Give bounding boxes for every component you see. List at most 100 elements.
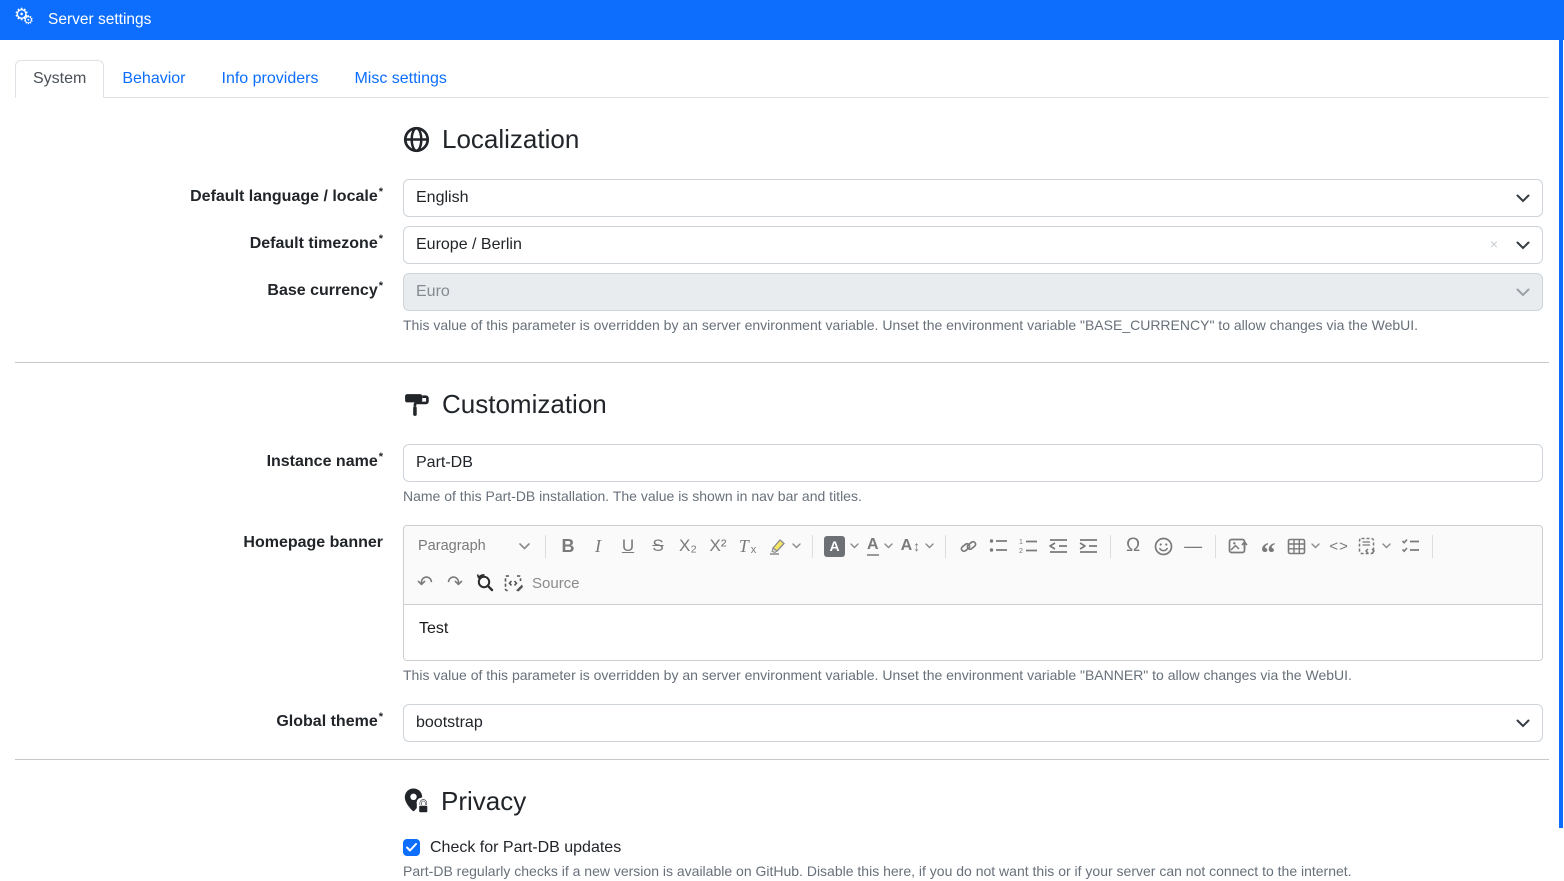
page-title: Server settings [48, 11, 151, 29]
indent-button[interactable] [1073, 531, 1103, 561]
label-default-language: Default language / locale* [0, 179, 383, 208]
remove-format-button[interactable]: Tx [733, 531, 763, 561]
label-homepage-banner: Homepage banner [0, 525, 383, 554]
highlighter-icon [767, 537, 787, 555]
paragraph-format-dropdown[interactable]: Paragraph [410, 531, 538, 561]
chevron-down-icon [850, 543, 859, 549]
chevron-down-icon [519, 543, 530, 550]
source-code-icon [504, 574, 524, 593]
default-language-select[interactable]: English [403, 179, 1543, 217]
globe-icon [403, 126, 430, 153]
bold-button[interactable]: B [553, 531, 583, 561]
homepage-banner-help: This value of this parameter is overridd… [403, 666, 1543, 685]
base-currency-help: This value of this parameter is overridd… [403, 316, 1543, 335]
underline-button[interactable]: U [613, 531, 643, 561]
editor-content-area[interactable]: Test [404, 605, 1542, 660]
todo-list-button[interactable] [1395, 531, 1425, 561]
tab-system[interactable]: System [15, 60, 104, 98]
instance-name-value: Part-DB [416, 454, 473, 472]
tab-info-providers[interactable]: Info providers [204, 60, 337, 98]
todo-list-icon [1401, 538, 1420, 554]
outdent-button[interactable] [1043, 531, 1073, 561]
numbered-list-icon: 1 2 [1019, 538, 1038, 554]
paragraph-format-label: Paragraph [418, 538, 486, 554]
label-default-timezone: Default timezone* [0, 226, 383, 255]
section-privacy-heading: Privacy [403, 786, 1564, 817]
chevron-down-icon [925, 543, 934, 549]
chevron-down-icon [1311, 543, 1320, 549]
insert-image-button[interactable] [1223, 531, 1253, 561]
location-lock-icon [403, 787, 429, 815]
superscript-button[interactable]: X² [703, 531, 733, 561]
label-instance-name: Instance name* [0, 444, 383, 473]
instance-name-input[interactable]: Part-DB [403, 444, 1543, 482]
base-currency-select: Euro [403, 273, 1543, 311]
font-background-color-button[interactable]: A [820, 531, 863, 561]
base-currency-value: Euro [416, 283, 450, 301]
find-replace-icon [475, 573, 495, 593]
find-replace-button[interactable] [470, 568, 500, 598]
bulleted-list-button[interactable] [983, 531, 1013, 561]
indent-icon [1078, 538, 1098, 554]
smiley-icon [1154, 537, 1173, 556]
numbered-list-button[interactable]: 1 2 [1013, 531, 1043, 561]
font-color-button[interactable]: A [863, 531, 897, 561]
font-size-button[interactable]: A↕ [897, 531, 939, 561]
code-button[interactable]: <> [1324, 531, 1354, 561]
blockquote-button[interactable]: “ [1253, 531, 1283, 561]
special-characters-button[interactable]: Ω [1118, 531, 1148, 561]
global-theme-value: bootstrap [416, 714, 483, 732]
update-check-checkbox[interactable] [403, 839, 420, 856]
update-check-label[interactable]: Check for Part-DB updates [430, 839, 621, 857]
chevron-down-icon [792, 543, 801, 549]
toolbar-separator [1110, 535, 1111, 558]
html-embed-button[interactable] [1354, 531, 1395, 561]
update-check-row: Check for Part-DB updates [403, 839, 1564, 857]
section-title: Privacy [441, 786, 526, 817]
tab-behavior[interactable]: Behavior [104, 60, 203, 98]
link-icon [959, 537, 978, 556]
toolbar-separator [1215, 535, 1216, 558]
banner-text: Test [419, 620, 448, 637]
clear-icon[interactable]: × [1490, 236, 1498, 252]
toolbar-separator [545, 535, 546, 558]
toolbar-separator [1432, 535, 1433, 558]
svg-text:2: 2 [1019, 548, 1023, 554]
source-button[interactable]: Source [500, 568, 584, 598]
html-snippet-icon [1358, 537, 1377, 556]
redo-button[interactable]: ↷ [440, 568, 470, 598]
image-upload-icon [1228, 537, 1249, 556]
outdent-icon [1048, 538, 1068, 554]
undo-button[interactable]: ↶ [410, 568, 440, 598]
chevron-down-icon [1516, 719, 1530, 728]
chevron-down-icon [1382, 543, 1391, 549]
paint-roller-icon [403, 391, 430, 418]
toolbar-separator [812, 535, 813, 558]
tab-misc-settings[interactable]: Misc settings [336, 60, 464, 98]
link-button[interactable] [953, 531, 983, 561]
emoji-button[interactable] [1148, 531, 1178, 561]
section-customization-heading: Customization [403, 389, 1564, 420]
svg-text:1: 1 [1019, 539, 1023, 546]
default-timezone-value: Europe / Berlin [416, 236, 522, 254]
section-divider [15, 759, 1549, 760]
subscript-button[interactable]: X₂ [673, 531, 703, 561]
bulleted-list-icon [989, 538, 1008, 554]
gears-icon: ⚙ ⚙ [14, 8, 38, 32]
label-global-theme: Global theme* [0, 704, 383, 733]
toolbar-separator [945, 535, 946, 558]
default-timezone-select[interactable]: Europe / Berlin × [403, 226, 1543, 264]
italic-button[interactable]: I [583, 531, 613, 561]
chevron-down-icon [1516, 241, 1530, 250]
chevron-down-icon [1516, 194, 1530, 203]
editor-toolbar-row-1: Paragraph B I U S X₂ X² Tx [410, 528, 1536, 565]
horizontal-line-button[interactable]: — [1178, 531, 1208, 561]
global-theme-select[interactable]: bootstrap [403, 704, 1543, 742]
settings-tabs: System Behavior Info providers Misc sett… [15, 60, 1549, 98]
insert-table-button[interactable] [1283, 531, 1324, 561]
strikethrough-button[interactable]: S [643, 531, 673, 561]
chevron-down-icon [1516, 288, 1530, 297]
section-title: Localization [442, 124, 579, 155]
highlight-button[interactable] [763, 531, 805, 561]
section-localization-heading: Localization [403, 124, 1564, 155]
